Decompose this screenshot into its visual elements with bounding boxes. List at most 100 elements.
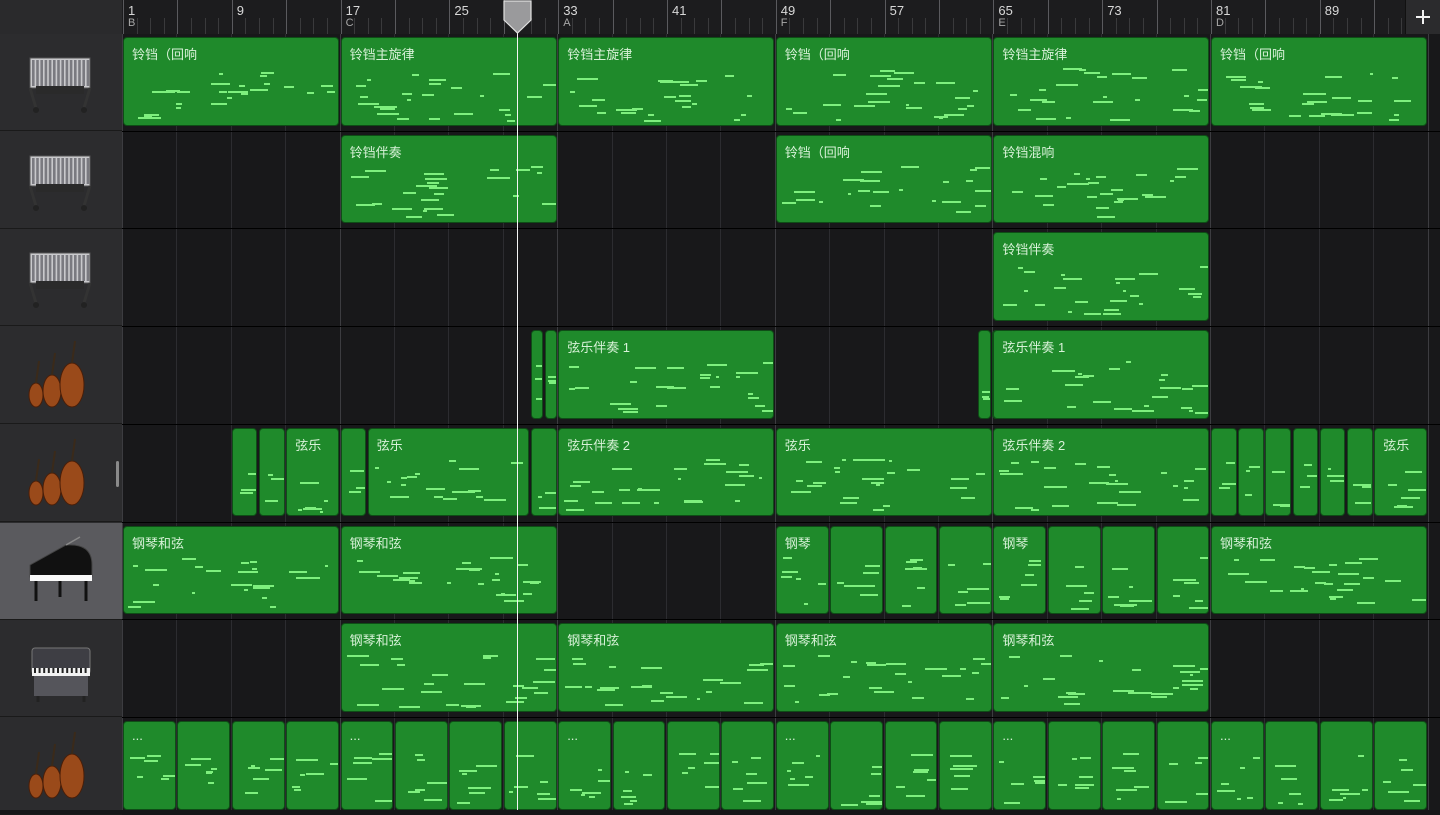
midi-region[interactable]: 钢琴和弦 bbox=[340, 525, 557, 615]
midi-region[interactable] bbox=[286, 720, 340, 810]
midi-region[interactable]: 铃铛（回响 bbox=[123, 37, 340, 126]
track-header[interactable] bbox=[0, 425, 122, 522]
midi-region[interactable]: 弦乐伴奏 2 bbox=[558, 427, 775, 517]
region-name: 铃铛伴奏 bbox=[349, 144, 402, 160]
midi-region[interactable]: 铃铛主旋律 bbox=[340, 37, 557, 126]
midi-region[interactable] bbox=[449, 720, 503, 810]
midi-note bbox=[175, 102, 182, 105]
midi-region[interactable] bbox=[721, 720, 775, 810]
midi-region[interactable] bbox=[1238, 427, 1264, 517]
midi-region[interactable]: 铃铛伴奏 bbox=[340, 134, 557, 224]
add-section-button[interactable] bbox=[1405, 0, 1440, 34]
midi-region[interactable] bbox=[544, 330, 557, 419]
midi-region[interactable] bbox=[1047, 525, 1101, 615]
track-header[interactable] bbox=[0, 327, 122, 425]
midi-region[interactable] bbox=[830, 525, 884, 615]
midi-region[interactable] bbox=[503, 720, 557, 810]
midi-note bbox=[240, 492, 254, 495]
tracks-area[interactable]: 铃铛（回响 铃铛主旋律 铃铛主旋律 铃铛（回响 铃铛主旋律 铃铛（回响 铃铛伴奏 铃铛（回响铃… bbox=[122, 34, 1440, 810]
midi-region[interactable] bbox=[884, 525, 938, 615]
midi-region[interactable]: 铃铛（回响 bbox=[775, 37, 992, 126]
midi-region[interactable] bbox=[830, 720, 884, 810]
midi-region[interactable]: ... bbox=[993, 720, 1047, 810]
midi-region[interactable]: 弦乐伴奏 1 bbox=[993, 330, 1210, 419]
track-header-resize-handle[interactable] bbox=[116, 461, 119, 487]
midi-note bbox=[975, 204, 980, 207]
midi-region[interactable] bbox=[1156, 525, 1210, 615]
playhead-handle[interactable] bbox=[501, 0, 534, 34]
midi-region[interactable] bbox=[231, 720, 285, 810]
midi-region[interactable]: 钢琴和弦 bbox=[1211, 525, 1428, 615]
midi-region[interactable] bbox=[1265, 427, 1292, 517]
track-header[interactable] bbox=[0, 620, 122, 718]
midi-note bbox=[1258, 81, 1264, 84]
midi-region[interactable] bbox=[884, 720, 938, 810]
midi-region[interactable] bbox=[1156, 720, 1210, 810]
midi-region[interactable] bbox=[531, 330, 544, 419]
midi-note bbox=[597, 779, 610, 782]
midi-region[interactable] bbox=[231, 427, 258, 517]
midi-region[interactable]: ... bbox=[123, 720, 176, 810]
midi-note bbox=[420, 690, 443, 693]
midi-region[interactable] bbox=[1265, 720, 1319, 810]
midi-region[interactable] bbox=[1374, 720, 1428, 810]
midi-region[interactable] bbox=[1211, 427, 1237, 517]
midi-region[interactable] bbox=[939, 720, 992, 810]
midi-region[interactable] bbox=[612, 720, 666, 810]
midi-region[interactable] bbox=[531, 427, 557, 517]
midi-region[interactable] bbox=[1319, 720, 1373, 810]
midi-region[interactable]: 铃铛（回响 bbox=[1211, 37, 1428, 126]
midi-note bbox=[427, 782, 447, 785]
ruler-beat-line bbox=[218, 18, 220, 34]
midi-region[interactable]: 铃铛主旋律 bbox=[993, 37, 1210, 126]
midi-note bbox=[1225, 461, 1236, 464]
midi-region[interactable]: 钢琴和弦 bbox=[558, 623, 775, 712]
midi-region[interactable]: 铃铛伴奏 bbox=[993, 232, 1210, 322]
midi-region[interactable] bbox=[667, 720, 720, 810]
track-header[interactable] bbox=[0, 34, 122, 131]
midi-region[interactable]: 弦乐伴奏 1 bbox=[558, 330, 775, 419]
track-header[interactable] bbox=[0, 522, 122, 620]
track-header[interactable] bbox=[0, 229, 122, 327]
midi-region[interactable]: 钢琴 bbox=[993, 525, 1047, 615]
midi-region[interactable]: ... bbox=[558, 720, 612, 810]
midi-region[interactable]: 钢琴和弦 bbox=[993, 623, 1210, 712]
midi-region[interactable] bbox=[340, 427, 367, 517]
midi-region[interactable] bbox=[1319, 427, 1346, 517]
midi-note bbox=[1328, 799, 1344, 802]
midi-note bbox=[443, 498, 457, 501]
midi-region[interactable]: 钢琴和弦 bbox=[123, 525, 340, 615]
midi-region[interactable] bbox=[1102, 720, 1156, 810]
midi-region[interactable]: 铃铛（回响 bbox=[775, 134, 992, 224]
midi-region[interactable]: 弦乐 bbox=[286, 427, 340, 517]
midi-region[interactable]: 弦乐 bbox=[775, 427, 992, 517]
midi-region[interactable] bbox=[1292, 427, 1319, 517]
midi-region[interactable]: 钢琴和弦 bbox=[340, 623, 557, 712]
track-header[interactable] bbox=[0, 132, 122, 229]
midi-note bbox=[433, 192, 445, 195]
midi-note bbox=[1041, 100, 1055, 103]
midi-region[interactable]: 铃铛主旋律 bbox=[558, 37, 775, 126]
midi-region[interactable] bbox=[395, 720, 448, 810]
midi-region[interactable] bbox=[939, 525, 992, 615]
timeline-ruler[interactable]: 1 B 9 17 C 25 33 A 41 49 F 57 65 E 73 81 D 89 bbox=[122, 0, 1440, 35]
midi-region[interactable]: 铃铛混响 bbox=[993, 134, 1210, 224]
midi-region[interactable] bbox=[177, 720, 231, 810]
midi-region[interactable] bbox=[1047, 720, 1101, 810]
midi-region[interactable] bbox=[1102, 525, 1156, 615]
midi-region[interactable]: 弦乐 bbox=[367, 427, 530, 517]
midi-region[interactable]: ... bbox=[1211, 720, 1264, 810]
midi-region[interactable]: ... bbox=[340, 720, 394, 810]
midi-note bbox=[144, 116, 152, 119]
midi-region[interactable] bbox=[1347, 427, 1373, 517]
track-header[interactable] bbox=[0, 718, 122, 815]
midi-region[interactable]: 钢琴 bbox=[775, 525, 829, 615]
midi-region[interactable]: ... bbox=[775, 720, 829, 810]
midi-region[interactable] bbox=[259, 427, 285, 517]
midi-note bbox=[1192, 295, 1201, 298]
midi-region[interactable]: 钢琴和弦 bbox=[775, 623, 992, 712]
midi-region[interactable] bbox=[978, 330, 991, 419]
midi-note bbox=[598, 768, 603, 771]
midi-region[interactable]: 弦乐 bbox=[1374, 427, 1428, 517]
midi-region[interactable]: 弦乐伴奏 2 bbox=[993, 427, 1210, 517]
